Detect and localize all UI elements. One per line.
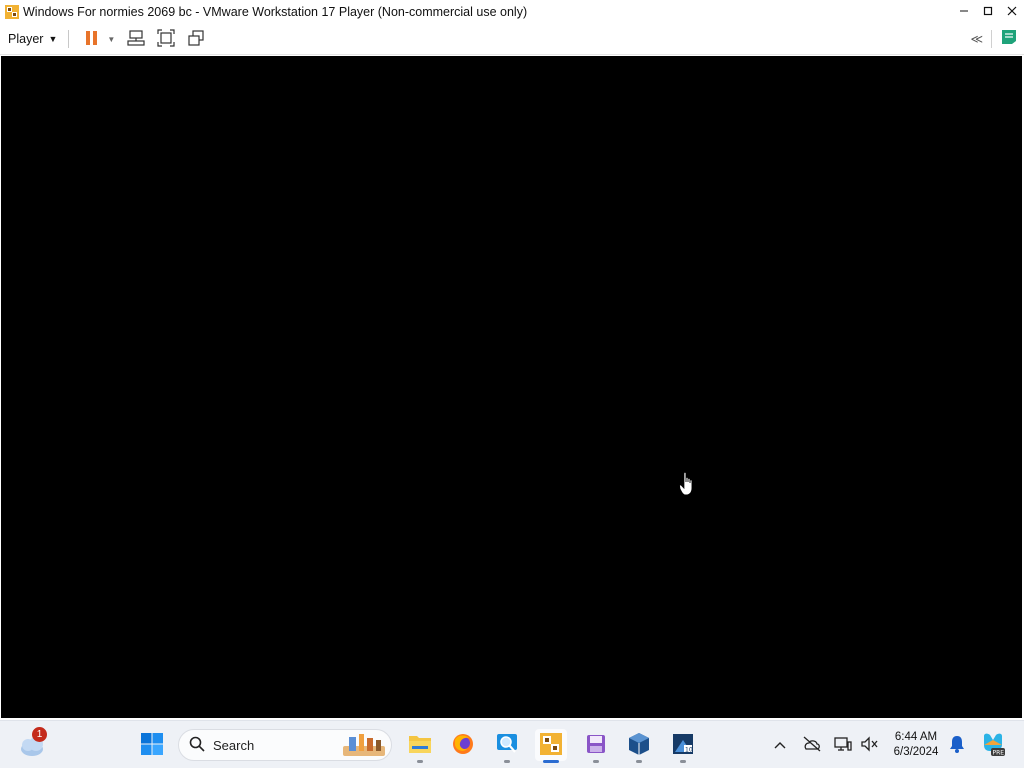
copilot-button[interactable]: PRE — [978, 721, 1008, 768]
vm-display[interactable] — [1, 56, 1022, 718]
pause-icon — [85, 30, 99, 49]
minimize-icon — [959, 5, 969, 19]
player-menu-label: Player — [8, 32, 44, 46]
maximize-icon — [983, 5, 993, 19]
window-title: Windows For normies 2069 bc - VMware Wor… — [23, 5, 528, 19]
player-toolbar: Player ▼ ▼ ≪ — [0, 24, 1024, 55]
taskbar: Search 10 6:44 AM 6/3/2024 PRE — [0, 720, 1024, 768]
taskbar-search[interactable]: Search — [178, 729, 392, 761]
file-explorer-icon — [408, 733, 432, 758]
title-bar[interactable]: Windows For normies 2069 bc - VMware Wor… — [0, 0, 1024, 24]
network-icon — [834, 736, 852, 755]
svg-text:10: 10 — [685, 746, 693, 753]
minimize-button[interactable] — [952, 0, 976, 24]
send-ctrl-alt-del-button[interactable] — [125, 28, 147, 50]
close-icon — [1007, 5, 1017, 19]
unity-button[interactable] — [185, 28, 207, 50]
active-indicator — [543, 760, 559, 763]
send-ctrl-alt-del-icon — [127, 29, 145, 50]
clock-date: 6/3/2024 — [893, 746, 939, 758]
pause-button[interactable] — [81, 28, 103, 50]
vmware-app-icon — [4, 4, 20, 20]
player-menu-button[interactable]: Player ▼ — [8, 32, 57, 46]
weather-notification-badge: 1 — [32, 727, 47, 742]
running-indicator — [593, 760, 599, 763]
search-highlight-icon — [341, 732, 387, 761]
virtualbox-button[interactable] — [623, 729, 655, 763]
vmware-player-button[interactable] — [535, 729, 567, 763]
search-label: Search — [213, 737, 255, 753]
floppy-app-button[interactable] — [580, 729, 612, 763]
network-status[interactable] — [832, 721, 854, 768]
copilot-icon: PRE — [980, 731, 1006, 760]
cloud-icon — [18, 737, 48, 762]
running-indicator — [504, 760, 510, 763]
pause-dropdown-icon[interactable]: ▼ — [107, 35, 115, 44]
hand-cursor-icon — [679, 471, 695, 499]
show-hidden-icons-button[interactable] — [770, 721, 790, 768]
onedrive-offline-icon — [802, 736, 822, 755]
start-icon — [141, 732, 163, 758]
notification-bell-icon — [949, 735, 965, 756]
clock-time: 6:44 AM — [894, 731, 938, 743]
windows-10-app-icon: 10 — [671, 732, 695, 759]
chevron-down-icon: ▼ — [48, 34, 58, 44]
floppy-app-icon — [585, 733, 607, 758]
magnifier-app-icon — [495, 732, 519, 759]
svg-text:PRE: PRE — [993, 749, 1005, 756]
volume-status[interactable] — [858, 721, 880, 768]
running-indicator — [636, 760, 642, 763]
running-indicator — [417, 760, 423, 763]
volume-muted-icon — [860, 735, 878, 755]
start-button[interactable] — [136, 729, 168, 761]
windows-10-app-button[interactable]: 10 — [667, 729, 699, 763]
firefox-button[interactable] — [447, 729, 479, 761]
onedrive-status[interactable] — [800, 721, 824, 768]
system-clock[interactable]: 6:44 AM 6/3/2024 — [884, 730, 948, 760]
maximize-button[interactable] — [976, 0, 1000, 24]
full-screen-button[interactable] — [155, 28, 177, 50]
notification-center-button[interactable] — [946, 721, 968, 768]
full-screen-icon — [157, 28, 175, 50]
search-icon — [189, 736, 205, 755]
chevron-up-icon — [774, 738, 786, 752]
magnifier-app-button[interactable] — [491, 729, 523, 763]
firefox-icon — [451, 732, 475, 759]
message-log-icon[interactable] — [1000, 28, 1018, 49]
virtualbox-icon — [627, 732, 651, 759]
toolbar-divider — [68, 30, 70, 48]
unity-icon — [187, 29, 205, 50]
collapse-icon[interactable]: ≪ — [970, 32, 983, 46]
vmware-player-icon — [539, 732, 563, 759]
toolbar-divider — [991, 29, 992, 48]
close-button[interactable] — [1000, 0, 1024, 24]
file-explorer-button[interactable] — [404, 729, 436, 763]
running-indicator — [680, 760, 686, 763]
